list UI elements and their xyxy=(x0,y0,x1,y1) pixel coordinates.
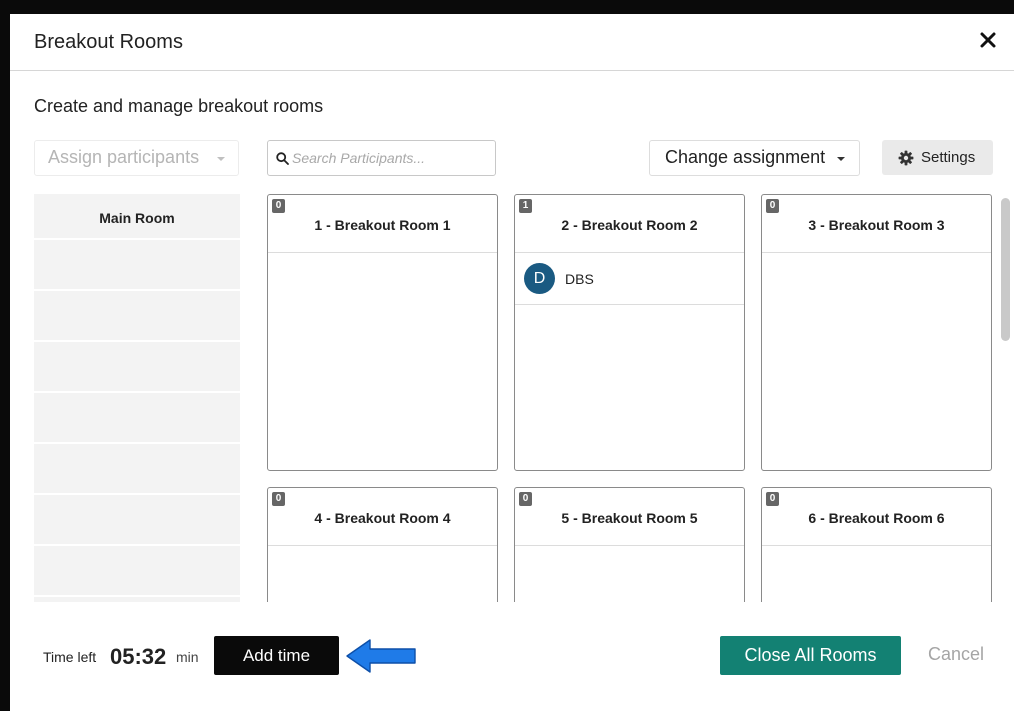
close-all-rooms-button[interactable]: Close All Rooms xyxy=(720,636,901,675)
search-participants-input[interactable] xyxy=(292,147,488,169)
breakout-rooms-dialog: Breakout Rooms Create and manage breakou… xyxy=(10,14,1014,711)
avatar: D xyxy=(524,263,555,294)
room-title: 2 - Breakout Room 2 xyxy=(515,195,744,253)
room-title: 6 - Breakout Room 6 xyxy=(762,488,991,546)
participant-count-badge: 1 xyxy=(519,199,532,213)
chevron-down-icon xyxy=(217,157,225,161)
main-room-slot xyxy=(34,393,240,444)
add-time-button[interactable]: Add time xyxy=(214,636,339,675)
participant-count-badge: 0 xyxy=(519,492,532,506)
participant-item[interactable]: D DBS xyxy=(515,254,744,305)
assign-participants-dropdown: Assign participants xyxy=(34,140,239,176)
time-unit-label: min xyxy=(176,649,199,665)
dialog-title: Breakout Rooms xyxy=(34,31,183,53)
close-icon xyxy=(980,32,996,48)
arrow-left-icon xyxy=(346,639,416,673)
room-title: 5 - Breakout Room 5 xyxy=(515,488,744,546)
main-room-slot xyxy=(34,240,240,291)
time-left-label: Time left xyxy=(43,649,97,665)
assign-participants-label: Assign participants xyxy=(48,147,200,167)
participant-count-badge: 0 xyxy=(272,492,285,506)
breakout-room-card[interactable]: 1 - Breakout Room 1 0 xyxy=(267,194,498,471)
room-title: 1 - Breakout Room 1 xyxy=(268,195,497,253)
scrollbar-thumb[interactable] xyxy=(1001,198,1010,341)
gear-icon xyxy=(898,150,914,166)
search-participants-field[interactable] xyxy=(267,140,496,176)
dialog-header: Breakout Rooms xyxy=(10,14,1014,71)
main-room-slot xyxy=(34,444,240,495)
room-title: 4 - Breakout Room 4 xyxy=(268,488,497,546)
main-room-slot xyxy=(34,495,240,546)
room-title: 3 - Breakout Room 3 xyxy=(762,195,991,253)
change-assignment-label: Change assignment xyxy=(665,147,826,167)
search-icon xyxy=(276,152,289,165)
dialog-subtitle: Create and manage breakout rooms xyxy=(34,96,324,116)
main-room-title: Main Room xyxy=(34,194,240,240)
participant-count-badge: 0 xyxy=(272,199,285,213)
time-left-value: 05:32 xyxy=(110,644,167,669)
breakout-room-card[interactable]: 2 - Breakout Room 2 1 D DBS xyxy=(514,194,745,471)
main-room-slot xyxy=(34,291,240,342)
main-room-slot xyxy=(34,546,240,597)
participant-count-badge: 0 xyxy=(766,199,779,213)
main-room-slot xyxy=(34,342,240,393)
cancel-button[interactable]: Cancel xyxy=(928,644,984,665)
breakout-room-card[interactable]: 3 - Breakout Room 3 0 xyxy=(761,194,992,471)
chevron-down-icon xyxy=(837,157,845,161)
settings-label: Settings xyxy=(921,149,976,166)
participant-name: DBS xyxy=(565,271,594,287)
settings-button[interactable]: Settings xyxy=(882,140,993,175)
change-assignment-dropdown[interactable]: Change assignment xyxy=(649,140,860,176)
close-button[interactable] xyxy=(976,28,1000,52)
participant-count-badge: 0 xyxy=(766,492,779,506)
main-room-panel: Main Room xyxy=(34,194,240,602)
